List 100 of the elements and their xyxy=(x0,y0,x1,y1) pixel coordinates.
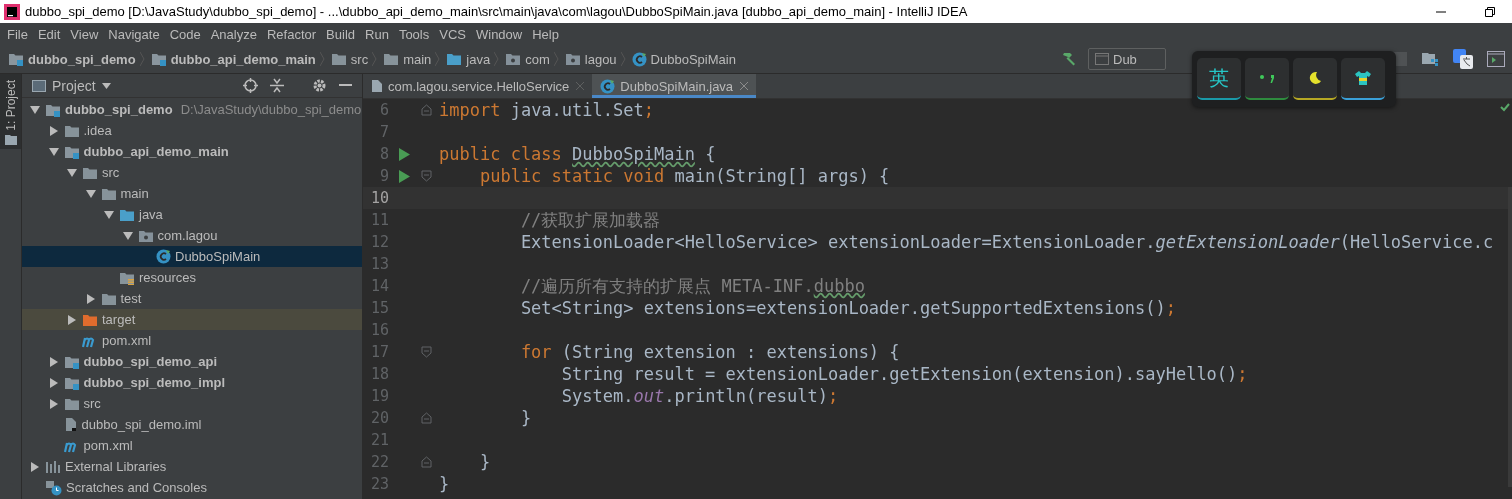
tree-item[interactable]: java xyxy=(22,204,362,225)
menu-item[interactable]: Build xyxy=(321,26,360,42)
menu-item[interactable]: Analyze xyxy=(205,26,262,42)
panel-icon xyxy=(32,79,46,92)
tree-item[interactable]: Scratches and Consoles xyxy=(22,477,362,498)
menu-item[interactable]: Code xyxy=(164,26,206,42)
tree-item[interactable]: dubbo_spi_demo D:\JavaStudy\dubbo_spi_demo xyxy=(22,99,362,120)
line-number: 14 xyxy=(369,277,389,295)
folder-icon xyxy=(100,186,117,201)
tree-item[interactable]: dubbo_spi_demo_impl xyxy=(22,372,362,393)
code-line: } xyxy=(478,452,491,472)
project-structure-icon[interactable] xyxy=(1421,51,1439,67)
collapse-all-icon[interactable] xyxy=(270,78,284,93)
terminal-icon[interactable] xyxy=(1487,51,1505,67)
menu-item[interactable]: File xyxy=(2,26,33,42)
tree-item[interactable]: com.lagou xyxy=(22,225,362,246)
run-icon[interactable] xyxy=(398,169,410,183)
code-line: //获取扩展加载器 xyxy=(519,208,661,232)
scratch-icon xyxy=(45,479,62,496)
tree-item[interactable]: main xyxy=(22,183,362,204)
code-line: String result = extensionLoader.getExtension(extension).sayHello(); xyxy=(560,364,1248,384)
tree-item[interactable]: .idea xyxy=(22,120,362,141)
collapsed-arrow-icon[interactable] xyxy=(48,377,59,388)
language-button[interactable]: 英 xyxy=(1197,58,1241,100)
menu-item[interactable]: Window xyxy=(470,26,528,42)
breadcrumb[interactable]: dubbo_spi_demo xyxy=(8,51,140,67)
collapsed-arrow-icon[interactable] xyxy=(85,293,96,304)
menu-item[interactable]: View xyxy=(65,26,104,42)
folder-icon xyxy=(564,52,581,66)
moon-icon xyxy=(1308,71,1322,85)
folder-icon xyxy=(82,165,98,180)
code-line: //遍历所有支持的扩展点 META-INF.dubbo xyxy=(519,274,865,298)
punctuation-icon xyxy=(1258,72,1276,84)
expanded-arrow-icon[interactable] xyxy=(104,209,114,220)
theme-button[interactable] xyxy=(1293,58,1337,100)
hammer-icon[interactable] xyxy=(1061,51,1077,67)
tree-item[interactable]: DubboSpiMain xyxy=(22,246,362,267)
breadcrumb[interactable]: com xyxy=(505,51,554,67)
module-folder-icon xyxy=(45,102,61,117)
file-icon xyxy=(371,79,383,93)
code-line: public static void main(String[] args) { xyxy=(478,166,890,186)
restore-icon[interactable] xyxy=(1485,6,1495,17)
module-folder-icon xyxy=(63,375,80,390)
minimize-icon[interactable] xyxy=(339,84,352,87)
editor-tab[interactable]: com.lagou.service.HelloService xyxy=(363,74,593,98)
folder-icon xyxy=(446,52,463,66)
project-tool-tab[interactable]: 1: Project xyxy=(0,74,21,149)
line-number: 8 xyxy=(378,145,389,163)
menu-item[interactable]: Edit xyxy=(32,26,66,42)
code-line: for (String extension : extensions) { xyxy=(519,342,900,362)
collapsed-arrow-icon[interactable] xyxy=(30,461,40,472)
tree-item[interactable]: target xyxy=(22,309,362,330)
skin-button[interactable] xyxy=(1341,58,1385,100)
code-line: ExtensionLoader<HelloService> extensionLoader=ExtensionLoader.getExtensionLoader(HelloService.c xyxy=(519,232,1494,252)
expanded-arrow-icon[interactable] xyxy=(122,230,133,241)
expanded-arrow-icon[interactable] xyxy=(48,146,59,157)
code-line: Set<String> extensions=extensionLoader.getSupportedExtensions(); xyxy=(519,298,1176,318)
crosshair-icon[interactable] xyxy=(243,78,258,93)
breadcrumb[interactable]: src xyxy=(330,51,373,67)
tree-item[interactable]: test xyxy=(22,288,362,309)
tree-item[interactable]: dubbo_spi_demo.iml xyxy=(22,414,362,435)
tree-item[interactable]: dubbo_spi_demo_api xyxy=(22,351,362,372)
module-folder-icon xyxy=(63,144,80,159)
folder-icon xyxy=(383,52,400,66)
breadcrumb[interactable]: lagou xyxy=(564,51,621,67)
view-selector[interactable]: Project xyxy=(32,77,111,94)
expanded-arrow-icon[interactable] xyxy=(30,104,40,115)
tree-item[interactable]: pom.xml xyxy=(22,330,362,351)
collapsed-arrow-icon[interactable] xyxy=(67,314,77,325)
breadcrumb[interactable]: java xyxy=(446,51,495,67)
run-icon[interactable] xyxy=(398,147,410,161)
menu-item[interactable]: Refactor xyxy=(261,26,322,42)
menu-item[interactable]: Navigate xyxy=(103,26,165,42)
line-number: 18 xyxy=(369,365,389,383)
tree-item[interactable]: dubbo_api_demo_main xyxy=(22,141,362,162)
collapsed-arrow-icon[interactable] xyxy=(48,398,59,409)
tree-item[interactable]: src xyxy=(22,162,362,183)
breadcrumb[interactable]: dubbo_api_demo_main xyxy=(150,51,320,67)
run-configuration-select[interactable]: Dub xyxy=(1088,48,1166,70)
library-icon xyxy=(45,459,61,474)
collapsed-arrow-icon[interactable] xyxy=(48,125,59,136)
menu-item[interactable]: Run xyxy=(360,26,394,42)
folder-icon xyxy=(100,291,117,306)
breadcrumb[interactable]: main xyxy=(383,51,436,67)
tree-item[interactable]: src xyxy=(22,393,362,414)
editor-tab[interactable]: DubboSpiMain.java xyxy=(592,74,757,98)
translate-icon[interactable] xyxy=(1453,49,1473,69)
settings-icon[interactable] xyxy=(312,78,327,93)
expanded-arrow-icon[interactable] xyxy=(85,188,96,199)
collapsed-arrow-icon[interactable] xyxy=(48,356,59,367)
tree-item[interactable]: resources xyxy=(22,267,362,288)
line-number: 10 xyxy=(369,189,389,207)
tree-item[interactable]: pom.xml xyxy=(22,435,362,456)
menu-item[interactable]: Help xyxy=(527,26,564,42)
menu-item[interactable]: Tools xyxy=(393,26,435,42)
breadcrumb[interactable]: DubboSpiMain xyxy=(631,51,740,67)
line-number: 21 xyxy=(369,431,389,449)
expanded-arrow-icon[interactable] xyxy=(67,167,77,178)
tree-item[interactable]: External Libraries xyxy=(22,456,362,477)
menu-item[interactable]: VCS xyxy=(434,26,471,42)
